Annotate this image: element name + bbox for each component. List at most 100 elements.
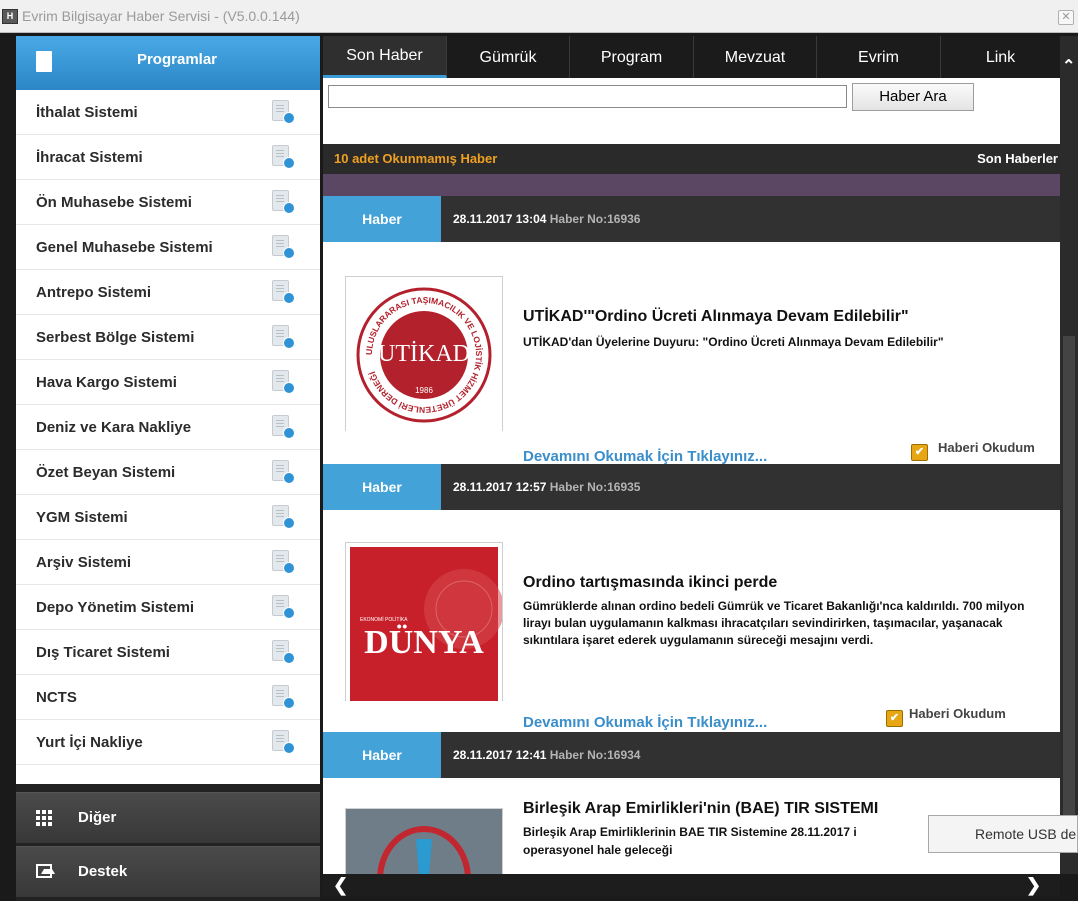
sidebar-item-yurt-ici[interactable]: Yurt İçi Nakliye xyxy=(16,720,320,765)
search-button[interactable]: Haber Ara xyxy=(852,83,974,111)
other-label: Diğer xyxy=(78,809,117,826)
mark-read-toggle[interactable]: ✔ Haberi Okudum xyxy=(911,440,1035,461)
program-info-icon[interactable] xyxy=(270,145,295,169)
vertical-scrollbar[interactable]: ⌃ xyxy=(1060,36,1078,874)
dunya-logo: EKONOMİ POLİTİKA DÜNYA xyxy=(345,542,503,701)
news-title[interactable]: Birleşik Arap Emirlikleri'nin (BAE) TIR … xyxy=(523,800,878,818)
news-badge: Haber xyxy=(323,196,441,242)
program-info-icon[interactable] xyxy=(270,235,295,259)
news-number: Haber No:16934 xyxy=(549,748,641,762)
other-button[interactable]: Diğer xyxy=(16,792,320,843)
program-info-icon[interactable] xyxy=(270,190,295,214)
title-bar: H Evrim Bilgisayar Haber Servisi - (V5.0… xyxy=(0,0,1078,33)
sidebar-item-deniz-kara[interactable]: Deniz ve Kara Nakliye xyxy=(16,405,320,450)
sidebar-item-hava-kargo[interactable]: Hava Kargo Sistemi xyxy=(16,360,320,405)
program-info-icon[interactable] xyxy=(270,100,295,124)
close-icon[interactable]: ✕ xyxy=(1058,10,1074,25)
news-item: ULUSLARARASI TAŞIMACILIK VE LOJİSTİK HİZ… xyxy=(323,242,1060,465)
program-info-icon[interactable] xyxy=(270,595,295,619)
scroll-up-icon[interactable]: ⌃ xyxy=(1062,56,1075,76)
sidebar-item-dis-ticaret[interactable]: Dış Ticaret Sistemi xyxy=(16,630,320,675)
tab-evrim[interactable]: Evrim xyxy=(817,36,941,78)
news-summary: Gümrüklerde alınan ordino bedeli Gümrük … xyxy=(523,599,1025,647)
sidebar-item-ozet-beyan[interactable]: Özet Beyan Sistemi xyxy=(16,450,320,495)
sidebar-item-label: Yurt İçi Nakliye xyxy=(36,734,143,751)
program-info-icon[interactable] xyxy=(270,505,295,529)
sidebar-item-label: NCTS xyxy=(36,689,77,706)
news-date: 28.11.2017 12:41 xyxy=(453,748,547,762)
program-info-icon[interactable] xyxy=(270,325,295,349)
read-more-link[interactable]: Devamını Okumak İçin Tıklayınız... xyxy=(523,714,767,731)
grid-icon xyxy=(36,810,52,826)
news-title[interactable]: Ordino tartışmasında ikinci perde xyxy=(523,574,777,592)
news-panel: Son Haber Gümrük Program Mevzuat Evrim L… xyxy=(323,36,1060,874)
sidebar-item-serbest-bolge[interactable]: Serbest Bölge Sistemi xyxy=(16,315,320,360)
checkbox-checked-icon[interactable]: ✔ xyxy=(911,444,928,461)
search-input[interactable] xyxy=(328,85,847,108)
search-row: Haber Ara xyxy=(323,78,1060,144)
news-header: Haber 28.11.2017 12:41 Haber No:16934 xyxy=(323,732,1060,778)
scroll-thumb[interactable] xyxy=(1063,336,1075,836)
tooltip: Remote USB de xyxy=(928,815,1078,853)
news-meta: 28.11.2017 12:41 Haber No:16934 xyxy=(453,748,640,762)
sidebar-item-label: Ön Muhasebe Sistemi xyxy=(36,194,192,211)
program-info-icon[interactable] xyxy=(270,685,295,709)
sidebar-item-label: Genel Muhasebe Sistemi xyxy=(36,239,213,256)
mark-read-toggle[interactable]: ✔ Haberi Okudum xyxy=(886,706,1006,727)
sidebar-item-ncts[interactable]: NCTS xyxy=(16,675,320,720)
support-label: Destek xyxy=(78,863,128,880)
mark-read-label: Haberi Okudum xyxy=(909,706,1006,721)
program-info-icon[interactable] xyxy=(270,550,295,574)
utikad-logo: ULUSLARARASI TAŞIMACILIK VE LOJİSTİK HİZ… xyxy=(345,276,503,431)
sidebar-item-ithalat[interactable]: İthalat Sistemi xyxy=(16,90,320,135)
checkbox-checked-icon[interactable]: ✔ xyxy=(886,710,903,727)
program-info-icon[interactable] xyxy=(270,280,295,304)
sidebar-item-label: İhracat Sistemi xyxy=(36,149,143,166)
sidebar-item-arsiv[interactable]: Arşiv Sistemi xyxy=(16,540,320,585)
news-header: Haber 28.11.2017 12:57 Haber No:16935 xyxy=(323,464,1060,510)
sidebar-item-label: Özet Beyan Sistemi xyxy=(36,464,176,481)
scroll-right-icon[interactable]: ❯ xyxy=(1026,874,1041,896)
dunya-subtitle: EKONOMİ POLİTİKA xyxy=(360,616,408,623)
sidebar-item-ygm[interactable]: YGM Sistemi xyxy=(16,495,320,540)
sidebar-item-genel-muhasebe[interactable]: Genel Muhasebe Sistemi xyxy=(16,225,320,270)
sidebar-footer: Diğer Destek xyxy=(16,784,320,901)
sidebar-item-label: YGM Sistemi xyxy=(36,509,128,526)
news-title[interactable]: UTİKAD'"Ordino Ücreti Alınmaya Devam Edi… xyxy=(523,308,909,326)
news-number: Haber No:16935 xyxy=(549,480,641,494)
program-info-icon[interactable] xyxy=(270,460,295,484)
utikad-year: 1986 xyxy=(415,386,433,395)
sidebar-item-antrepo[interactable]: Antrepo Sistemi xyxy=(16,270,320,315)
program-list: İthalat Sistemi İhracat Sistemi Ön Muhas… xyxy=(16,90,320,765)
read-more-link[interactable]: Devamını Okumak İçin Tıklayınız... xyxy=(523,448,767,465)
program-info-icon[interactable] xyxy=(270,730,295,754)
sidebar-item-on-muhasebe[interactable]: Ön Muhasebe Sistemi xyxy=(16,180,320,225)
program-info-icon[interactable] xyxy=(270,370,295,394)
sidebar-item-label: Hava Kargo Sistemi xyxy=(36,374,177,391)
unread-count: 10 adet Okunmamış Haber xyxy=(334,151,498,166)
tab-mevzuat[interactable]: Mevzuat xyxy=(694,36,817,78)
news-date: 28.11.2017 12:57 xyxy=(453,480,547,494)
sidebar-item-label: Antrepo Sistemi xyxy=(36,284,152,301)
program-info-icon[interactable] xyxy=(270,640,295,664)
horizontal-scrollbar[interactable]: ❮ ❯ xyxy=(323,874,1060,896)
news-item: EKONOMİ POLİTİKA DÜNYA Ordino tartışması… xyxy=(323,510,1060,732)
scroll-left-icon[interactable]: ❮ xyxy=(333,874,348,896)
sidebar-item-label: Dış Ticaret Sistemi xyxy=(36,644,170,661)
tab-program[interactable]: Program xyxy=(570,36,694,78)
tab-gumruk[interactable]: Gümrük xyxy=(447,36,570,78)
programs-header[interactable]: Programlar xyxy=(16,36,320,90)
sidebar-item-label: Arşiv Sistemi xyxy=(36,554,132,571)
news-meta: 28.11.2017 13:04 Haber No:16936 xyxy=(453,212,640,226)
sidebar-item-label: İthalat Sistemi xyxy=(36,104,138,121)
mark-read-label: Haberi Okudum xyxy=(938,440,1035,455)
image-icon xyxy=(36,864,55,878)
tab-bar: Son Haber Gümrük Program Mevzuat Evrim L… xyxy=(323,36,1060,78)
sidebar-item-ihracat[interactable]: İhracat Sistemi xyxy=(16,135,320,180)
tab-link[interactable]: Link xyxy=(941,36,1060,78)
tab-son-haber[interactable]: Son Haber xyxy=(323,36,447,78)
sidebar-item-depo-yonetim[interactable]: Depo Yönetim Sistemi xyxy=(16,585,320,630)
support-button[interactable]: Destek xyxy=(16,846,320,897)
program-info-icon[interactable] xyxy=(270,415,295,439)
utikad-wordmark: UTİKAD xyxy=(378,341,470,367)
